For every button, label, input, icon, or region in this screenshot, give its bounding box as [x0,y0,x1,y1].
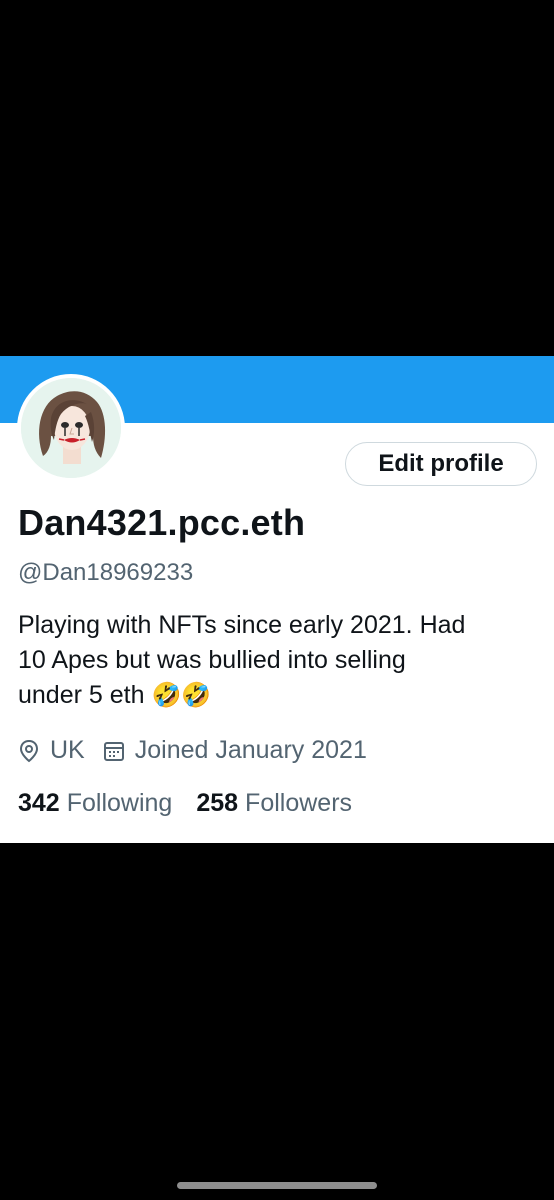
bio-line-3: under 5 eth [18,681,145,709]
bio-line-1: Playing with NFTs since early 2021. Had [18,611,466,639]
user-handle: @Dan18969233 [18,559,194,586]
following-label: Following [66,789,173,817]
calendar-icon [103,740,125,762]
joined-item: Joined January 2021 [103,736,367,765]
bio-line-3-wrap: under 5 eth 🤣🤣 [18,678,538,713]
location-pin-icon [18,739,40,763]
profile-meta: UK Joined January 2021 [18,736,385,765]
followers-link[interactable]: 258 Followers [196,789,352,818]
location-text: UK [50,736,85,764]
profile-card: Edit profile Dan4321.pcc.eth @Dan1896923… [0,356,554,843]
followers-label: Followers [245,789,353,817]
location-item: UK [18,736,85,765]
joined-text: Joined January 2021 [134,736,367,764]
laughing-emoji: 🤣🤣 [151,681,212,709]
avatar[interactable] [17,374,125,482]
top-black-area [0,0,554,356]
home-indicator[interactable] [177,1182,377,1189]
bio-line-2: 10 Apes but was bullied into selling [18,646,406,674]
edit-profile-button[interactable]: Edit profile [345,442,537,486]
profile-bio: Playing with NFTs since early 2021. Had … [18,608,538,713]
avatar-image [21,378,121,478]
followers-count: 258 [196,789,239,817]
following-count: 342 [18,789,60,817]
avatar-illustration [21,378,121,478]
follow-stats: 342 Following 258 Followers [18,789,376,818]
display-name: Dan4321.pcc.eth [18,502,306,543]
following-link[interactable]: 342 Following [18,789,172,818]
